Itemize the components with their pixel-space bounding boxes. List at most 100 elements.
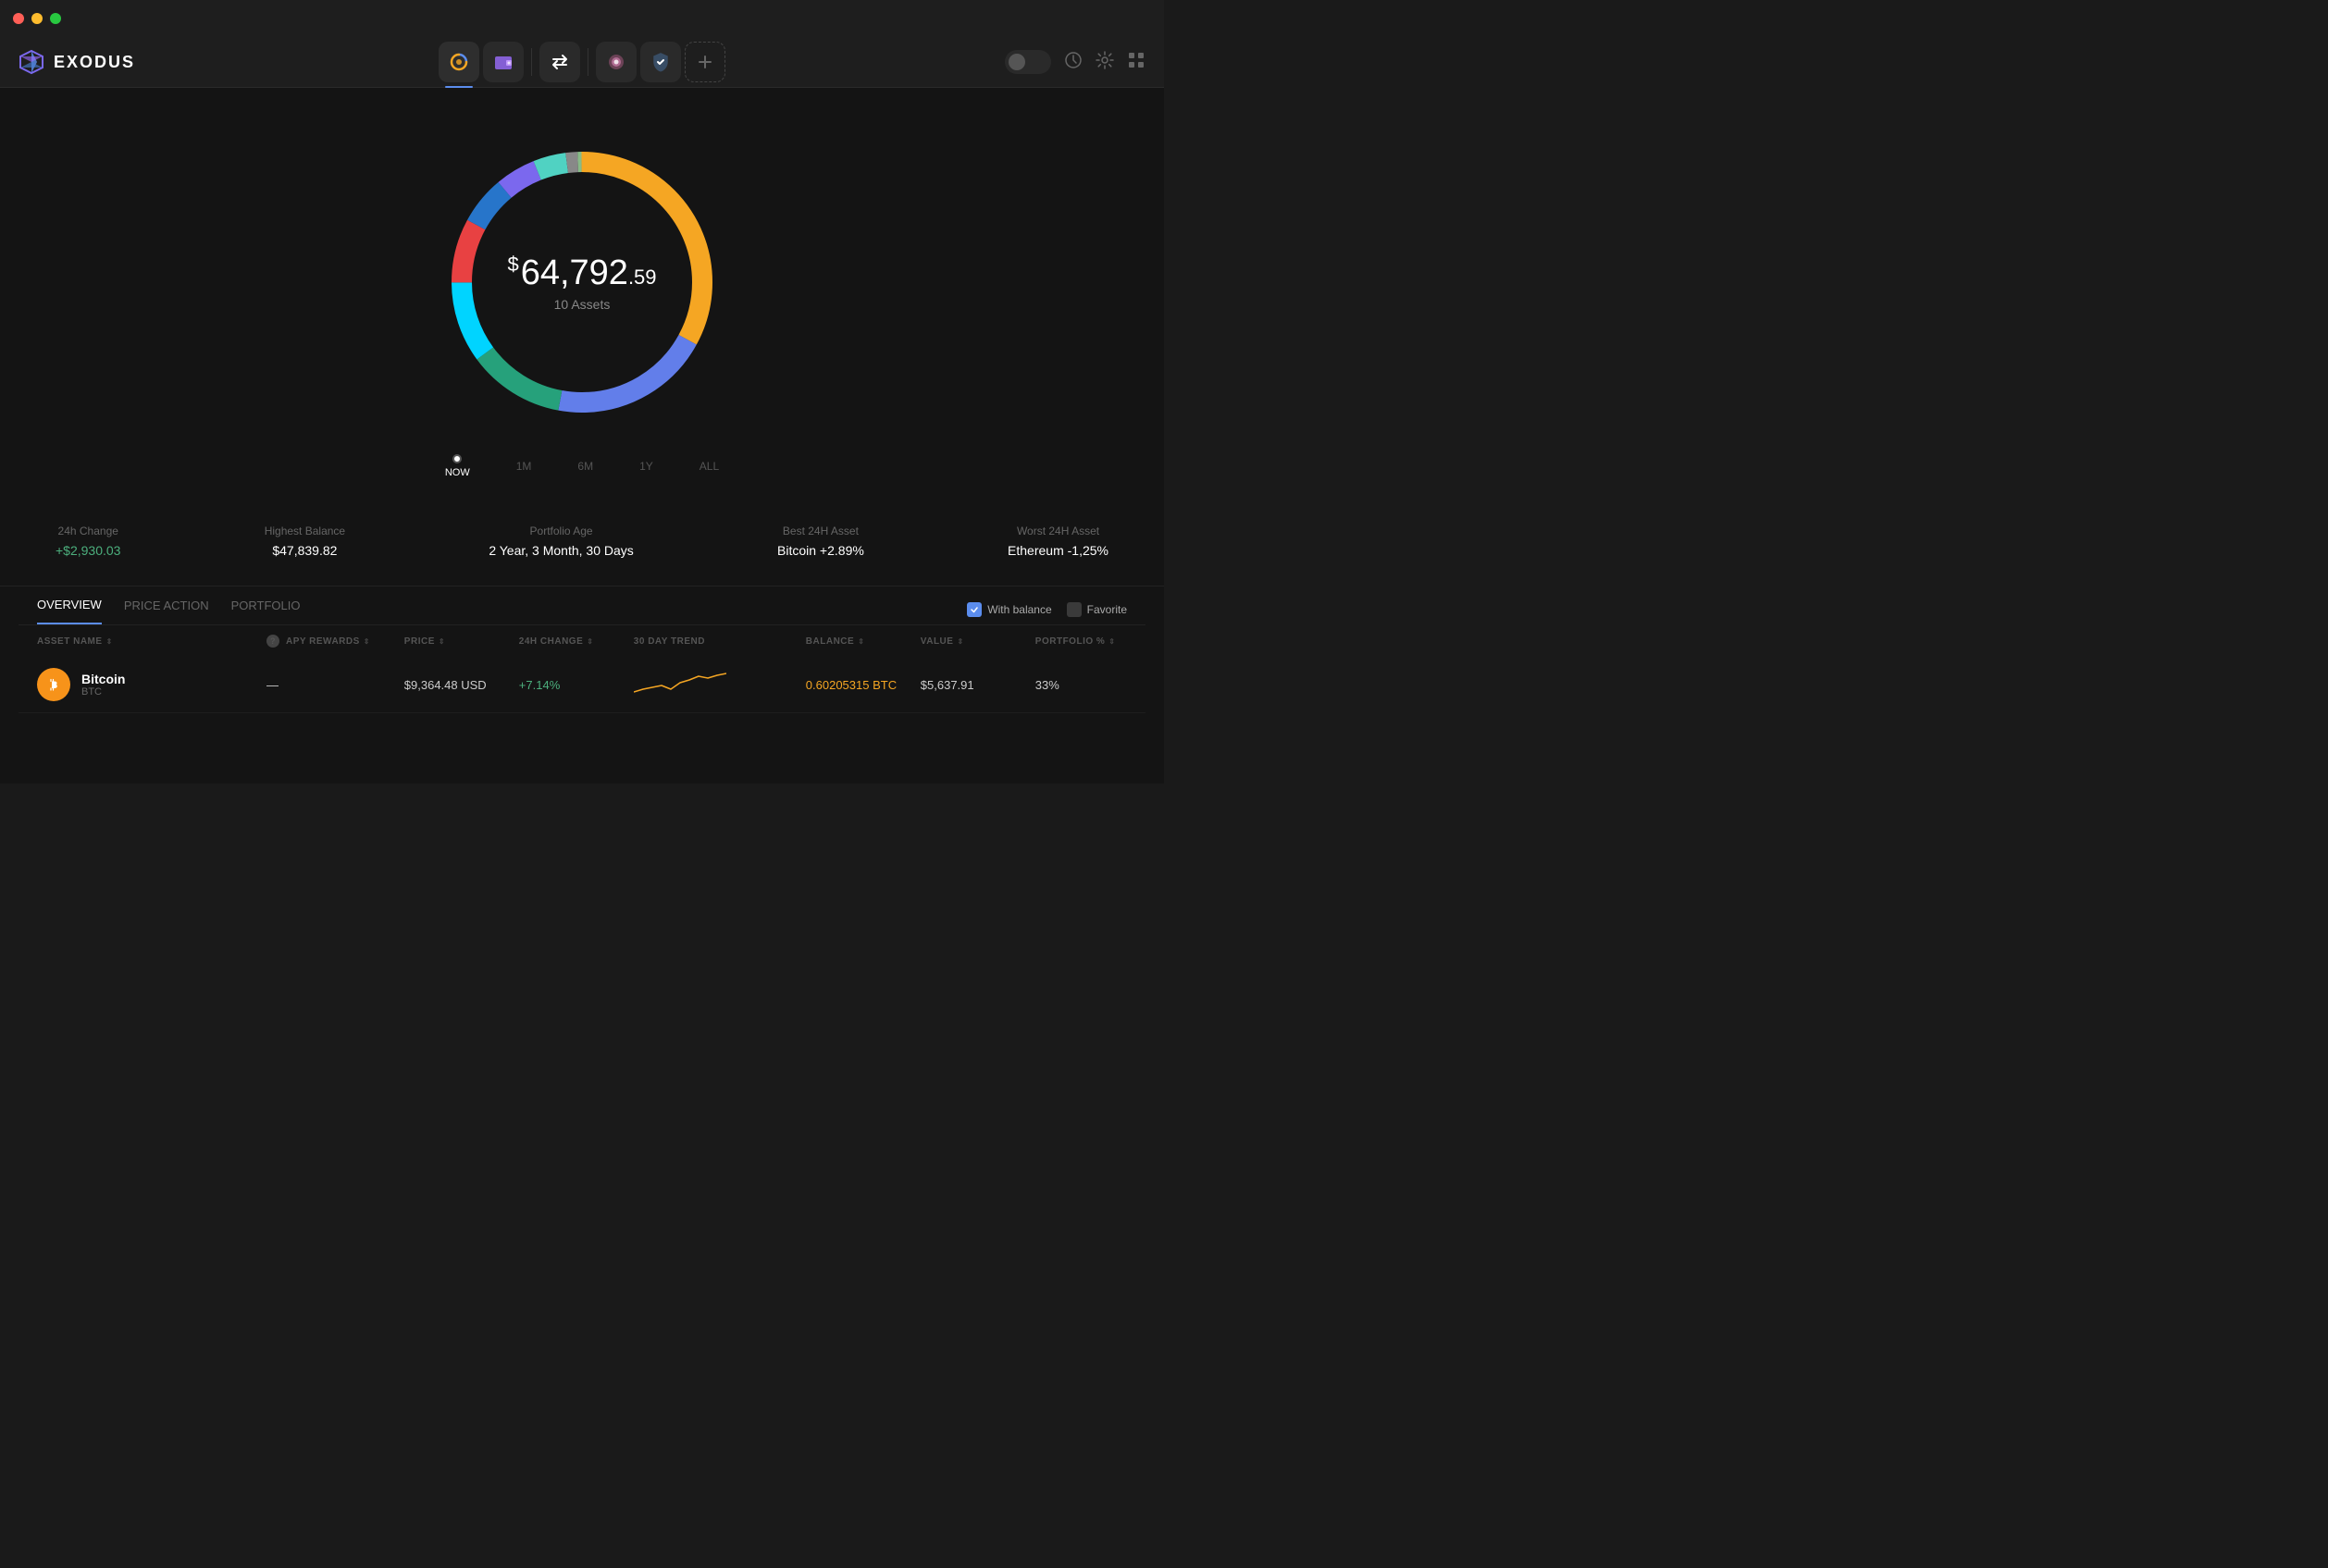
nav-right: [1005, 50, 1145, 74]
stat-worst-value: Ethereum -1,25%: [1008, 543, 1108, 558]
nav-divider-1: [531, 48, 532, 76]
titlebar: [0, 0, 1164, 37]
stat-best-label: Best 24H Asset: [777, 525, 864, 537]
tab-overview[interactable]: OVERVIEW: [37, 598, 102, 624]
col-header-portfolio[interactable]: PORTFOLIO % ⇕: [1035, 635, 1127, 648]
filter-favorite-check: [1067, 602, 1082, 617]
asset-text-btc: Bitcoin BTC: [81, 672, 125, 698]
logo: EXODUS: [19, 49, 135, 75]
filter-balance-check: [967, 602, 982, 617]
col-header-trend: 30 DAY TREND: [634, 635, 806, 648]
settings-icon[interactable]: [1096, 51, 1114, 74]
apy-btc: —: [266, 678, 404, 692]
table-tabs: OVERVIEW PRICE ACTION PORTFOLIO With bal…: [19, 586, 1145, 625]
sort-price-icon: ⇕: [439, 637, 445, 646]
assets-count: 10 Assets: [507, 297, 656, 312]
col-header-balance[interactable]: BALANCE ⇕: [806, 635, 921, 648]
table-section: OVERVIEW PRICE ACTION PORTFOLIO With bal…: [0, 586, 1164, 713]
sort-balance-icon: ⇕: [858, 637, 864, 646]
logo-icon: [19, 49, 44, 75]
trend-btc: [634, 669, 806, 701]
asset-symbol-btc: BTC: [81, 686, 125, 698]
tab-price-action[interactable]: PRICE ACTION: [124, 599, 209, 623]
stat-24h-change-label: 24h Change: [56, 525, 120, 537]
col-header-24h[interactable]: 24H CHANGE ⇕: [519, 635, 634, 648]
asset-info-btc: Bitcoin BTC: [37, 668, 266, 701]
stat-worst-asset: Worst 24H Asset Ethereum -1,25%: [1008, 525, 1108, 558]
timeline-6m[interactable]: 6M: [577, 460, 593, 473]
stat-best-value: Bitcoin +2.89%: [777, 543, 864, 558]
asset-name-btc: Bitcoin: [81, 672, 125, 686]
filter-favorite-label: Favorite: [1087, 603, 1127, 616]
nav-companion-btn[interactable]: [596, 42, 637, 82]
timeline-now[interactable]: NOW: [445, 454, 470, 478]
balance-btc: 0.60205315 BTC: [806, 678, 921, 692]
nav-portfolio-btn[interactable]: [439, 42, 479, 82]
timeline: NOW 1M 6M 1Y ALL: [445, 454, 719, 478]
timeline-1y[interactable]: 1Y: [639, 460, 653, 473]
stat-worst-label: Worst 24H Asset: [1008, 525, 1108, 537]
stat-age-label: Portfolio Age: [489, 525, 633, 537]
total-cents: .59: [628, 265, 657, 289]
stat-highest-balance: Highest Balance $47,839.82: [265, 525, 345, 558]
stat-best-asset: Best 24H Asset Bitcoin +2.89%: [777, 525, 864, 558]
asset-icon-btc: [37, 668, 70, 701]
timeline-1m[interactable]: 1M: [516, 460, 532, 473]
dollar-sign: $: [507, 253, 518, 276]
timeline-all-label: ALL: [700, 460, 719, 473]
lock-toggle[interactable]: [1005, 50, 1051, 74]
lock-toggle-knob: [1009, 54, 1025, 70]
donut-chart: $64,792.59 10 Assets: [425, 125, 739, 439]
stat-portfolio-age: Portfolio Age 2 Year, 3 Month, 30 Days: [489, 525, 633, 558]
chart-section: $64,792.59 10 Assets NOW 1M 6M 1Y ALL: [0, 88, 1164, 497]
stat-highest-value: $47,839.82: [265, 543, 345, 558]
price-btc: $9,364.48 USD: [404, 678, 519, 692]
total-amount: 64,792: [521, 253, 628, 292]
table-filters: With balance Favorite: [967, 602, 1127, 617]
navbar: EXODUS: [0, 37, 1164, 88]
col-header-value[interactable]: VALUE ⇕: [921, 635, 1035, 648]
apy-info-icon: ?: [266, 635, 279, 648]
col-header-asset-name[interactable]: ASSET NAME ⇕: [37, 635, 266, 648]
filter-balance-label: With balance: [987, 603, 1051, 616]
nav-center: [439, 42, 725, 82]
sort-apy-icon: ⇕: [364, 637, 370, 646]
portfolio-total: $64,792.59: [507, 253, 656, 293]
main-content: $64,792.59 10 Assets NOW 1M 6M 1Y ALL: [0, 88, 1164, 784]
stat-24h-change-value: +$2,930.03: [56, 543, 120, 558]
nav-add-btn[interactable]: [685, 42, 725, 82]
apps-icon[interactable]: [1127, 51, 1145, 74]
sort-value-icon: ⇕: [957, 637, 963, 646]
nav-exchange-btn[interactable]: [539, 42, 580, 82]
timeline-all[interactable]: ALL: [700, 460, 719, 473]
timeline-6m-label: 6M: [577, 460, 593, 473]
stat-highest-label: Highest Balance: [265, 525, 345, 537]
sort-portfolio-icon: ⇕: [1108, 637, 1115, 646]
close-button[interactable]: [13, 13, 24, 24]
timeline-1m-label: 1M: [516, 460, 532, 473]
change-btc: +7.14%: [519, 678, 634, 692]
trend-sparkline-btc: [634, 669, 726, 697]
timeline-now-label: NOW: [445, 467, 470, 478]
value-btc: $5,637.91: [921, 678, 1035, 692]
table-row[interactable]: Bitcoin BTC — $9,364.48 USD +7.14% 0.602…: [19, 657, 1145, 713]
table-header: ASSET NAME ⇕ ? APY REWARDS ⇕ PRICE ⇕ 24H…: [19, 625, 1145, 657]
nav-protect-btn[interactable]: [640, 42, 681, 82]
tab-portfolio[interactable]: PORTFOLIO: [231, 599, 301, 623]
sort-asset-icon: ⇕: [106, 637, 113, 646]
stat-24h-change: 24h Change +$2,930.03: [56, 525, 120, 558]
filter-favorite[interactable]: Favorite: [1067, 602, 1127, 617]
logo-text: EXODUS: [54, 53, 135, 72]
nav-wallet-btn[interactable]: [483, 42, 524, 82]
timeline-1y-label: 1Y: [639, 460, 653, 473]
history-icon[interactable]: [1064, 51, 1083, 74]
filter-with-balance[interactable]: With balance: [967, 602, 1051, 617]
col-header-apy[interactable]: ? APY REWARDS ⇕: [266, 635, 404, 648]
minimize-button[interactable]: [31, 13, 43, 24]
timeline-now-dot: [452, 454, 462, 463]
maximize-button[interactable]: [50, 13, 61, 24]
stats-row: 24h Change +$2,930.03 Highest Balance $4…: [0, 497, 1164, 586]
stat-age-value: 2 Year, 3 Month, 30 Days: [489, 543, 633, 558]
portfolio-btc: 33%: [1035, 678, 1127, 692]
col-header-price[interactable]: PRICE ⇕: [404, 635, 519, 648]
